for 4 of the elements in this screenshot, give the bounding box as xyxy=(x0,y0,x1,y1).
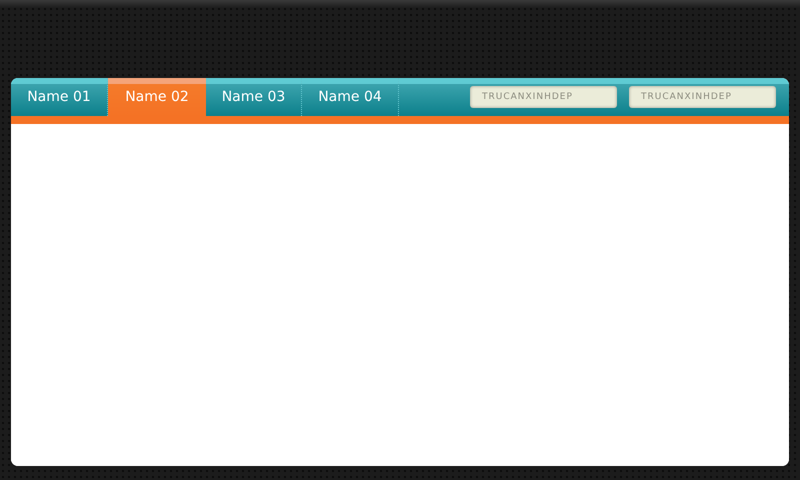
nav-tab[interactable]: Name 01 xyxy=(11,78,108,116)
text-field[interactable]: TRUCANXINHDEP xyxy=(470,86,617,108)
nav-tab[interactable]: Name 02 xyxy=(108,78,206,116)
text-field[interactable]: TRUCANXINHDEP xyxy=(629,86,776,108)
